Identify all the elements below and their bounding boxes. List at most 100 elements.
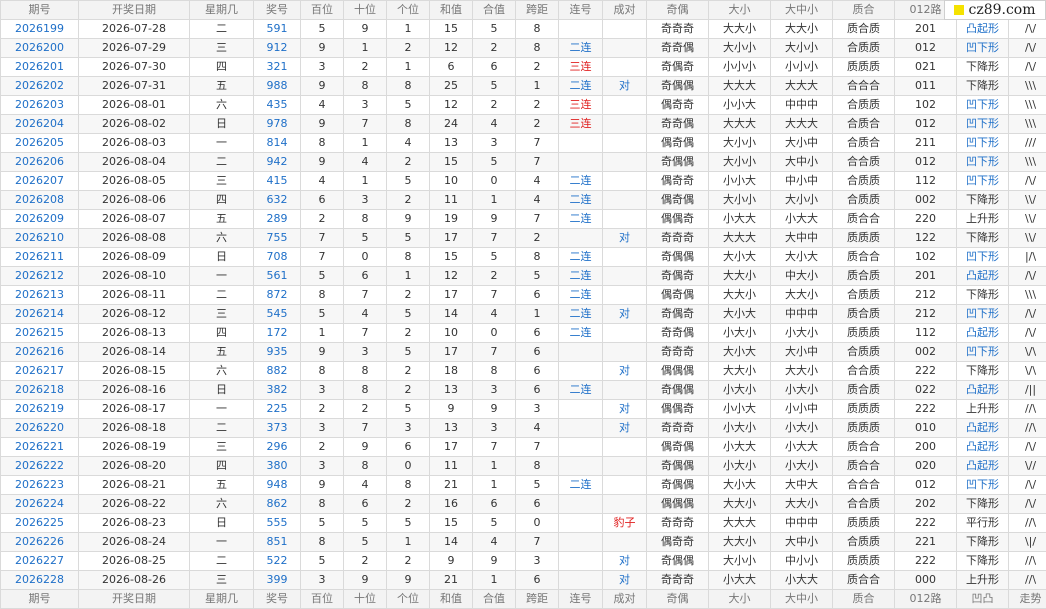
cell-number[interactable]: 988 bbox=[254, 77, 301, 96]
cell-issue[interactable]: 2026227 bbox=[1, 552, 79, 571]
cell-number[interactable]: 172 bbox=[254, 324, 301, 343]
cell-units: 1 bbox=[387, 267, 430, 286]
cell-issue[interactable]: 2026201 bbox=[1, 58, 79, 77]
cell-number[interactable]: 978 bbox=[254, 115, 301, 134]
cell-number[interactable]: 948 bbox=[254, 476, 301, 495]
cell-issue[interactable]: 2026225 bbox=[1, 514, 79, 533]
cell-big-mid-small: 大中小 bbox=[771, 153, 833, 172]
cell-span: 4 bbox=[516, 419, 559, 438]
cell-number[interactable]: 373 bbox=[254, 419, 301, 438]
cell-issue[interactable]: 2026206 bbox=[1, 153, 79, 172]
cell-odd-even: 偶偶奇 bbox=[647, 210, 709, 229]
cell-number[interactable]: 851 bbox=[254, 533, 301, 552]
cell-trend: //\ bbox=[1009, 400, 1046, 419]
cell-number[interactable]: 561 bbox=[254, 267, 301, 286]
cell-issue[interactable]: 2026216 bbox=[1, 343, 79, 362]
cell-issue[interactable]: 2026219 bbox=[1, 400, 79, 419]
cell-trend: /\/ bbox=[1009, 438, 1046, 457]
cell-number[interactable]: 814 bbox=[254, 134, 301, 153]
cell-issue[interactable]: 2026217 bbox=[1, 362, 79, 381]
header-weekday: 星期几 bbox=[190, 1, 254, 20]
cell-big-small: 大小小 bbox=[709, 39, 771, 58]
cell-span: 6 bbox=[516, 381, 559, 400]
cell-issue[interactable]: 2026211 bbox=[1, 248, 79, 267]
cell-consecutive: 二连 bbox=[559, 476, 603, 495]
cell-number[interactable]: 912 bbox=[254, 39, 301, 58]
cell-issue[interactable]: 2026202 bbox=[1, 77, 79, 96]
cell-issue[interactable]: 2026207 bbox=[1, 172, 79, 191]
cell-trend: /\/ bbox=[1009, 476, 1046, 495]
cell-pair bbox=[603, 495, 647, 514]
cell-number[interactable]: 755 bbox=[254, 229, 301, 248]
cell-issue[interactable]: 2026226 bbox=[1, 533, 79, 552]
cell-number[interactable]: 296 bbox=[254, 438, 301, 457]
cell-issue[interactable]: 2026213 bbox=[1, 286, 79, 305]
cell-number[interactable]: 225 bbox=[254, 400, 301, 419]
cell-number[interactable]: 882 bbox=[254, 362, 301, 381]
cell-issue[interactable]: 2026208 bbox=[1, 191, 79, 210]
footer-big-small: 大小 bbox=[709, 590, 771, 609]
cell-number[interactable]: 380 bbox=[254, 457, 301, 476]
cell-issue[interactable]: 2026210 bbox=[1, 229, 79, 248]
cell-units: 2 bbox=[387, 362, 430, 381]
cell-issue[interactable]: 2026218 bbox=[1, 381, 79, 400]
cell-issue[interactable]: 2026220 bbox=[1, 419, 79, 438]
footer-big-mid-small: 大中小 bbox=[771, 590, 833, 609]
cell-odd-even: 奇奇奇 bbox=[647, 419, 709, 438]
cell-mod-012: 122 bbox=[895, 229, 957, 248]
cell-tens: 1 bbox=[344, 172, 387, 191]
cell-number[interactable]: 708 bbox=[254, 248, 301, 267]
cell-number[interactable]: 862 bbox=[254, 495, 301, 514]
cell-issue[interactable]: 2026200 bbox=[1, 39, 79, 58]
cell-date: 2026-07-29 bbox=[79, 39, 190, 58]
cell-issue[interactable]: 2026203 bbox=[1, 96, 79, 115]
cell-issue[interactable]: 2026212 bbox=[1, 267, 79, 286]
cell-issue[interactable]: 2026205 bbox=[1, 134, 79, 153]
cell-issue[interactable]: 2026214 bbox=[1, 305, 79, 324]
cell-consecutive bbox=[559, 229, 603, 248]
cell-date: 2026-08-16 bbox=[79, 381, 190, 400]
cell-number[interactable]: 415 bbox=[254, 172, 301, 191]
header-span: 跨距 bbox=[516, 1, 559, 20]
cell-sum: 15 bbox=[430, 153, 473, 172]
cell-number[interactable]: 632 bbox=[254, 191, 301, 210]
cell-hundreds: 6 bbox=[301, 191, 344, 210]
cell-prime-composite: 合质质 bbox=[833, 286, 895, 305]
cell-sum-tail: 1 bbox=[473, 191, 516, 210]
cell-issue[interactable]: 2026209 bbox=[1, 210, 79, 229]
cell-big-small: 大大小 bbox=[709, 267, 771, 286]
cell-number[interactable]: 935 bbox=[254, 343, 301, 362]
cell-number[interactable]: 382 bbox=[254, 381, 301, 400]
cell-big-mid-small: 中小小 bbox=[771, 552, 833, 571]
cell-span: 5 bbox=[516, 476, 559, 495]
cell-issue[interactable]: 2026223 bbox=[1, 476, 79, 495]
cell-mod-012: 012 bbox=[895, 476, 957, 495]
cell-number[interactable]: 399 bbox=[254, 571, 301, 590]
cell-issue[interactable]: 2026228 bbox=[1, 571, 79, 590]
cell-sum: 15 bbox=[430, 248, 473, 267]
site-logo[interactable]: cz89.com bbox=[944, 0, 1046, 20]
cell-issue[interactable]: 2026215 bbox=[1, 324, 79, 343]
cell-sum: 18 bbox=[430, 362, 473, 381]
cell-number[interactable]: 591 bbox=[254, 20, 301, 39]
cell-number[interactable]: 942 bbox=[254, 153, 301, 172]
cell-issue[interactable]: 2026204 bbox=[1, 115, 79, 134]
cell-tens: 3 bbox=[344, 343, 387, 362]
cell-issue[interactable]: 2026199 bbox=[1, 20, 79, 39]
cell-number[interactable]: 555 bbox=[254, 514, 301, 533]
cell-weekday: 二 bbox=[190, 20, 254, 39]
cell-number[interactable]: 321 bbox=[254, 58, 301, 77]
cell-number[interactable]: 545 bbox=[254, 305, 301, 324]
cell-issue[interactable]: 2026222 bbox=[1, 457, 79, 476]
cell-issue[interactable]: 2026224 bbox=[1, 495, 79, 514]
cell-issue[interactable]: 2026221 bbox=[1, 438, 79, 457]
cell-number[interactable]: 435 bbox=[254, 96, 301, 115]
cell-number[interactable]: 522 bbox=[254, 552, 301, 571]
cell-consecutive bbox=[559, 20, 603, 39]
cell-big-mid-small: 大小大 bbox=[771, 248, 833, 267]
cell-sum: 17 bbox=[430, 343, 473, 362]
cell-number[interactable]: 872 bbox=[254, 286, 301, 305]
cell-number[interactable]: 289 bbox=[254, 210, 301, 229]
cell-trend: /\/ bbox=[1009, 267, 1046, 286]
cell-weekday: 六 bbox=[190, 495, 254, 514]
